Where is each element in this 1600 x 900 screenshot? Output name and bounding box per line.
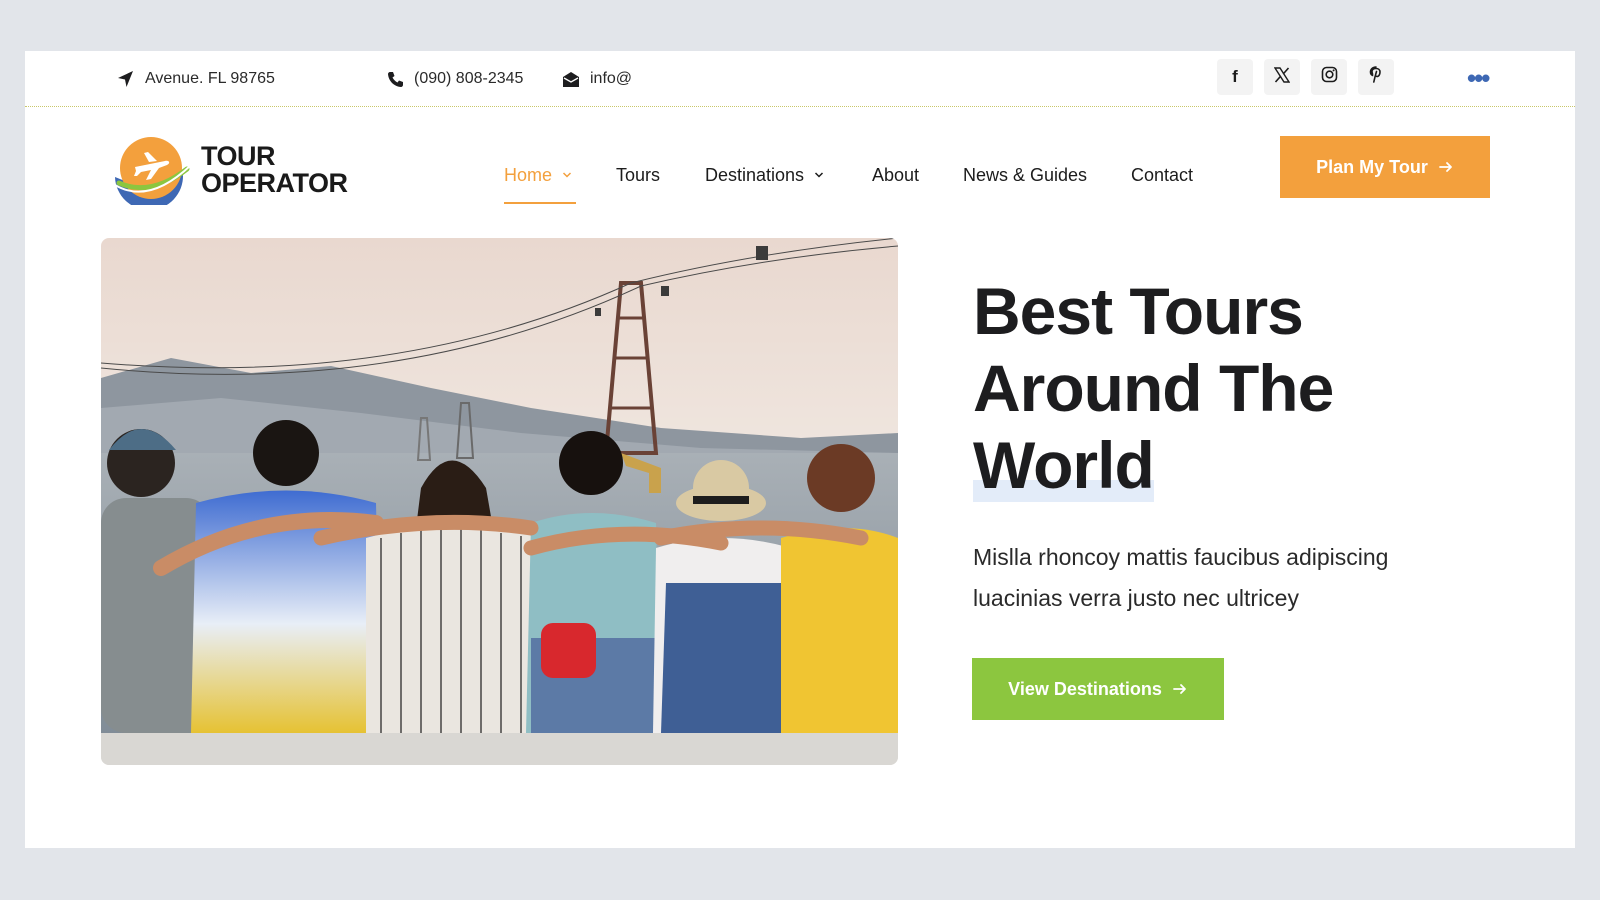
arrow-right-icon	[1172, 684, 1186, 694]
hero-headline-line3: World	[973, 428, 1155, 502]
nav-item-news-guides[interactable]: News & Guides	[963, 155, 1087, 195]
nav-item-label: About	[872, 164, 920, 185]
active-nav-underline	[504, 202, 576, 204]
nav-item-contact[interactable]: Contact	[1131, 155, 1193, 195]
nav-item-label: News & Guides	[963, 164, 1088, 185]
hero-headline-line1: Best Tours	[973, 274, 1304, 348]
nav-item-label: Contact	[1131, 164, 1194, 185]
hero-headline-line2: Around The	[973, 351, 1334, 425]
page: Avenue. FL 98765 (090) 808-2345 info@ f	[25, 51, 1575, 848]
nav-item-about[interactable]: About	[872, 155, 919, 195]
nav-item-label: Tours	[616, 164, 661, 185]
instagram-link[interactable]	[1311, 59, 1347, 95]
logo[interactable]: TOUR OPERATOR	[101, 135, 361, 205]
instagram-icon	[1321, 66, 1338, 88]
chevron-down-icon	[562, 172, 572, 178]
arrow-right-icon	[1438, 162, 1452, 172]
nav-item-label: Destinations	[705, 164, 805, 185]
chevron-down-icon	[815, 172, 824, 178]
hero-headline: Best Tours Around The World	[973, 273, 1493, 504]
logo-text-line1: TOUR	[201, 141, 276, 171]
logo-globe-plane-icon	[114, 137, 192, 205]
nav-item-tours[interactable]: Tours	[616, 155, 660, 195]
plan-my-tour-button[interactable]: Plan My Tour	[1280, 136, 1490, 198]
facebook-link[interactable]: f	[1217, 59, 1253, 95]
view-destinations-label: View Destinations	[1008, 678, 1162, 699]
envelope-open-icon	[562, 70, 580, 88]
nav-item-home[interactable]: Home	[504, 155, 572, 195]
pinterest-link[interactable]	[1358, 59, 1394, 95]
email-text: info@	[590, 70, 633, 87]
phone-info[interactable]: (090) 808-2345	[386, 51, 523, 107]
x-link[interactable]	[1264, 59, 1300, 95]
nav-item-destinations[interactable]: Destinations	[705, 155, 824, 195]
plan-my-tour-label: Plan My Tour	[1316, 156, 1428, 177]
email-info[interactable]: info@	[562, 51, 632, 107]
hero-image	[101, 238, 898, 765]
logo-text-line2: OPERATOR	[201, 168, 348, 198]
x-icon	[1273, 66, 1291, 88]
hero-subtitle: Mislla rhoncoy mattis faucibus adipiscin…	[973, 544, 1389, 611]
pinterest-icon	[1369, 66, 1383, 88]
logo-text: TOUR OPERATOR	[201, 143, 348, 197]
view-destinations-button[interactable]: View Destinations	[972, 658, 1224, 720]
top-bar: Avenue. FL 98765 (090) 808-2345 info@ f	[25, 51, 1575, 107]
facebook-icon: f	[1232, 67, 1238, 86]
phone-icon	[386, 70, 404, 88]
nav-item-label: Home	[504, 164, 553, 185]
address-text: Avenue. FL 98765	[145, 70, 275, 87]
location-arrow-icon	[117, 70, 135, 88]
phone-text: (090) 808-2345	[414, 70, 524, 87]
more-options-icon[interactable]: •••	[1467, 65, 1490, 91]
address-info: Avenue. FL 98765	[117, 51, 275, 107]
